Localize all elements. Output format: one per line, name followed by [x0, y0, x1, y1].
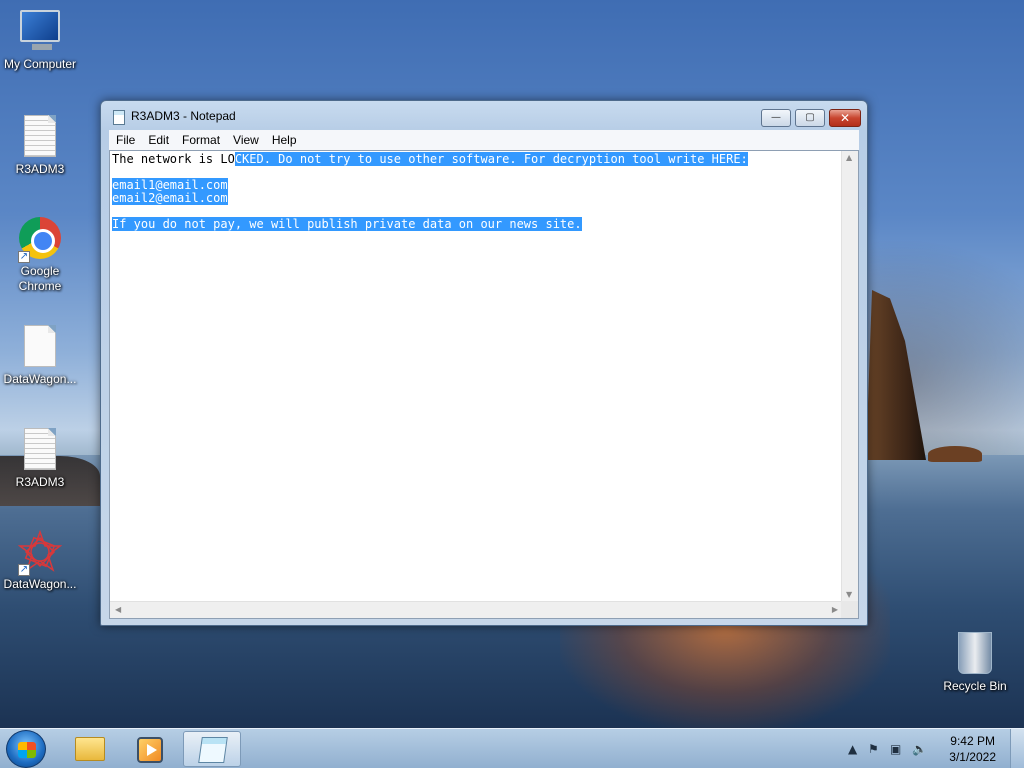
recycle-bin-icon	[953, 632, 997, 676]
desktop-icon-label: DataWagon...	[3, 577, 77, 591]
desktop-icon-r3adm3-2[interactable]: R3ADM3	[0, 428, 80, 490]
show-hidden-icons-icon[interactable]: ▲	[848, 742, 857, 756]
shortcut-arrow-icon: ↗	[18, 564, 30, 576]
menu-bar: File Edit Format View Help	[109, 130, 859, 150]
text-file-icon	[18, 428, 62, 472]
menu-view[interactable]: View	[226, 130, 265, 147]
clock[interactable]: 9:42 PM 3/1/2022	[949, 733, 996, 765]
clock-time: 9:42 PM	[950, 734, 995, 748]
windows-logo-icon	[18, 742, 36, 758]
desktop-icon-r3adm3[interactable]: R3ADM3	[0, 115, 80, 177]
resize-grip[interactable]	[841, 601, 858, 618]
scroll-right-icon[interactable]: ▶	[832, 605, 838, 614]
menu-format[interactable]: Format	[175, 130, 226, 147]
title-bar[interactable]: R3ADM3 - Notepad — ▢ ✕	[101, 101, 867, 131]
wallpaper-rock-small	[928, 446, 982, 462]
text-file-icon	[18, 115, 62, 159]
notepad-window[interactable]: R3ADM3 - Notepad — ▢ ✕ File Edit Format Vie…	[100, 100, 868, 626]
desktop-icon-label: R3ADM3	[15, 475, 65, 489]
action-center-flag-icon[interactable]: ⚑	[868, 742, 879, 756]
horizontal-scrollbar[interactable]: ◀ ▶	[110, 601, 843, 618]
clock-date: 3/1/2022	[949, 750, 996, 764]
taskbar-explorer-button[interactable]	[60, 731, 118, 767]
notepad-icon	[198, 737, 228, 763]
desktop-icon-recycle-bin[interactable]: Recycle Bin	[935, 632, 1015, 694]
chrome-icon: ↗	[18, 217, 62, 263]
taskbar: ▲ ⚑ ▣ 🔈 9:42 PM 3/1/2022	[0, 728, 1024, 768]
show-desktop-button[interactable]	[1010, 729, 1024, 768]
taskbar-notepad-button[interactable]	[183, 731, 241, 767]
volume-icon[interactable]: 🔈	[912, 742, 927, 756]
text-line-4: If you do not pay, we will publish priva…	[112, 217, 582, 231]
blank-file-icon	[18, 325, 62, 369]
wallpaper-rock	[866, 290, 926, 460]
folder-icon	[75, 737, 105, 761]
desktop-icon-my-computer[interactable]: My Computer	[0, 10, 80, 72]
start-button[interactable]	[6, 730, 46, 768]
computer-icon	[18, 10, 62, 54]
menu-help[interactable]: Help	[265, 130, 303, 147]
star-app-icon: ↗	[17, 529, 63, 576]
system-tray: ▲ ⚑ ▣ 🔈 9:42 PM 3/1/2022	[834, 729, 1024, 768]
desktop-icon-label: R3ADM3	[15, 162, 65, 176]
maximize-button[interactable]: ▢	[795, 109, 825, 127]
window-title: R3ADM3 - Notepad	[131, 109, 236, 123]
network-icon[interactable]: ▣	[890, 742, 901, 756]
media-player-icon	[137, 737, 163, 763]
desktop-icon-label: Google Chrome	[18, 264, 62, 293]
notepad-icon	[113, 110, 125, 125]
text-editor[interactable]: The network is LOCKED. Do not try to use…	[109, 150, 859, 619]
minimize-button[interactable]: —	[761, 109, 791, 127]
vertical-scrollbar[interactable]: ▲ ▼	[841, 151, 858, 601]
desktop-icon-google-chrome[interactable]: ↗ Google Chrome	[0, 217, 80, 294]
scroll-up-icon[interactable]: ▲	[846, 153, 852, 162]
desktop-icon-label: Recycle Bin	[943, 679, 1007, 693]
desktop-icon-label: My Computer	[3, 57, 77, 71]
taskbar-media-player-button[interactable]	[120, 731, 178, 767]
menu-edit[interactable]: Edit	[141, 130, 175, 147]
scroll-down-icon[interactable]: ▼	[846, 590, 852, 599]
desktop-icon-label: DataWagon...	[3, 372, 77, 386]
desktop-icon-datawagon-file[interactable]: DataWagon...	[0, 325, 80, 387]
close-button[interactable]: ✕	[829, 109, 861, 127]
desktop-icon-datawagon-app[interactable]: ↗ DataWagon...	[0, 529, 80, 592]
editor-text[interactable]: The network is LOCKED. Do not try to use…	[112, 152, 842, 598]
text-line-1-selected: CKED. Do not try to use other software. …	[234, 152, 748, 166]
text-email-1: email1@email.com	[112, 178, 228, 192]
shortcut-arrow-icon: ↗	[18, 251, 30, 263]
text-line-1-plain: The network is LO	[112, 152, 235, 166]
text-email-2: email2@email.com	[112, 191, 228, 205]
scroll-left-icon[interactable]: ◀	[115, 605, 121, 614]
menu-file[interactable]: File	[109, 130, 141, 147]
